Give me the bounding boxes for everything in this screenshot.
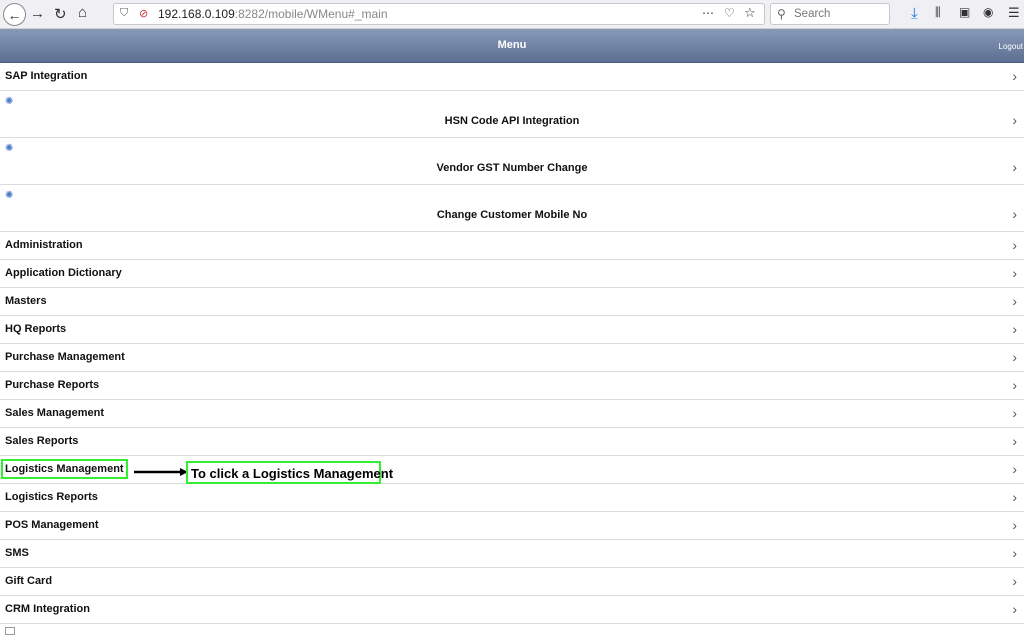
menu-item-label: Sales Management xyxy=(5,407,105,419)
search-icon: ⚲ xyxy=(777,7,786,21)
chevron-right-icon: › xyxy=(1012,68,1017,84)
menu-item-hsn-code-api-integration[interactable]: ✺ HSN Code API Integration › xyxy=(0,91,1024,138)
menu-item-label: Purchase Reports xyxy=(5,379,100,391)
menu-item-logistics-reports[interactable]: Logistics Reports › xyxy=(0,484,1024,512)
chevron-right-icon: › xyxy=(1012,265,1017,281)
more-icon[interactable]: ⋯ xyxy=(702,6,714,20)
menu-item-gift-card[interactable]: Gift Card › xyxy=(0,568,1024,596)
page-title: Menu xyxy=(497,39,527,51)
home-icon[interactable]: ⌂ xyxy=(78,4,87,21)
menu-item-hq-reports[interactable]: HQ Reports › xyxy=(0,316,1024,344)
account-icon[interactable]: ◉ xyxy=(983,5,993,19)
menu-item-crm-integration[interactable]: CRM Integration › xyxy=(0,596,1024,624)
download-icon[interactable]: ⤓ xyxy=(911,5,918,22)
gear-icon: ✺ xyxy=(5,96,14,107)
chevron-right-icon: › xyxy=(1012,293,1017,309)
status-icon xyxy=(5,627,15,635)
menu-item-label: HSN Code API Integration xyxy=(444,115,580,127)
app-header: Menu Logout xyxy=(0,29,1024,63)
chevron-right-icon: › xyxy=(1012,545,1017,561)
menu-item-sms[interactable]: SMS › xyxy=(0,540,1024,568)
reload-icon[interactable]: ↻ xyxy=(54,5,67,23)
search-box[interactable]: ⚲ Search xyxy=(770,3,890,25)
menu-item-label: Logistics Reports xyxy=(5,491,98,503)
chevron-right-icon: › xyxy=(1012,405,1017,421)
browser-toolbar: ← → ↻ ⌂ ⛉ ⊘ 192.168.0.109:8282/mobile/WM… xyxy=(0,0,1024,29)
menu-item-masters[interactable]: Masters › xyxy=(0,288,1024,316)
menu-item-label: Administration xyxy=(5,239,83,251)
gear-icon: ✺ xyxy=(5,190,14,201)
annotation-callout: To click a Logistics Management xyxy=(186,461,393,484)
library-icon[interactable]: ⫼ xyxy=(935,5,941,20)
menu-item-label: CRM Integration xyxy=(5,603,90,615)
menu-item-label: Sales Reports xyxy=(5,435,79,447)
logout-link[interactable]: Logout xyxy=(999,42,1023,51)
forward-arrow-icon[interactable]: → xyxy=(30,5,45,22)
menu-item-sap-integration[interactable]: SAP Integration › xyxy=(0,63,1024,91)
chevron-right-icon: › xyxy=(1012,321,1017,337)
search-placeholder: Search xyxy=(794,8,831,20)
menu-item-change-customer-mobile-no[interactable]: ✺ Change Customer Mobile No › xyxy=(0,185,1024,232)
menu-item-label: Purchase Management xyxy=(5,351,125,363)
url-bar[interactable]: ⛉ ⊘ 192.168.0.109:8282/mobile/WMenu#_mai… xyxy=(113,3,765,25)
url-text: 192.168.0.109:8282/mobile/WMenu#_main xyxy=(158,7,388,21)
chevron-right-icon: › xyxy=(1012,377,1017,393)
chevron-right-icon: › xyxy=(1012,601,1017,617)
annotation-arrow xyxy=(134,468,188,476)
chevron-right-icon: › xyxy=(1012,489,1017,505)
back-arrow-icon[interactable]: ← xyxy=(3,3,26,26)
chevron-right-icon: › xyxy=(1012,206,1017,222)
menu-item-label: SMS xyxy=(5,547,29,559)
menu-item-vendor-gst-number-change[interactable]: ✺ Vendor GST Number Change › xyxy=(0,138,1024,185)
menu-list: SAP Integration › ✺ HSN Code API Integratio… xyxy=(0,63,1024,624)
sidebar-icon[interactable]: ▣ xyxy=(959,5,970,19)
insecure-lock-icon: ⊘ xyxy=(139,8,149,20)
gear-icon: ✺ xyxy=(5,143,14,154)
chevron-right-icon: › xyxy=(1012,461,1017,477)
pocket-icon[interactable]: ♡ xyxy=(724,6,735,20)
menu-item-label: POS Management xyxy=(5,519,99,531)
chevron-right-icon: › xyxy=(1012,517,1017,533)
chevron-right-icon: › xyxy=(1012,112,1017,128)
menu-item-label: Gift Card xyxy=(5,575,53,587)
menu-item-label: SAP Integration xyxy=(5,70,88,82)
chevron-right-icon: › xyxy=(1012,433,1017,449)
menu-item-application-dictionary[interactable]: Application Dictionary › xyxy=(0,260,1024,288)
menu-item-label: Vendor GST Number Change xyxy=(436,162,588,174)
menu-item-label: Logistics Management xyxy=(1,459,128,479)
menu-item-purchase-reports[interactable]: Purchase Reports › xyxy=(0,372,1024,400)
hamburger-menu-icon[interactable]: ☰ xyxy=(1008,5,1020,21)
menu-item-administration[interactable]: Administration › xyxy=(0,232,1024,260)
menu-item-label: Masters xyxy=(5,295,47,307)
chevron-right-icon: › xyxy=(1012,237,1017,253)
menu-item-label: Application Dictionary xyxy=(5,267,122,279)
bookmark-star-icon[interactable]: ☆ xyxy=(744,5,756,21)
menu-item-sales-reports[interactable]: Sales Reports › xyxy=(0,428,1024,456)
menu-item-label: Change Customer Mobile No xyxy=(436,209,588,221)
menu-item-sales-management[interactable]: Sales Management › xyxy=(0,400,1024,428)
menu-item-pos-management[interactable]: POS Management › xyxy=(0,512,1024,540)
chevron-right-icon: › xyxy=(1012,349,1017,365)
menu-item-purchase-management[interactable]: Purchase Management › xyxy=(0,344,1024,372)
chevron-right-icon: › xyxy=(1012,573,1017,589)
menu-item-label: HQ Reports xyxy=(5,323,67,335)
shield-icon: ⛉ xyxy=(120,7,129,19)
chevron-right-icon: › xyxy=(1012,159,1017,175)
